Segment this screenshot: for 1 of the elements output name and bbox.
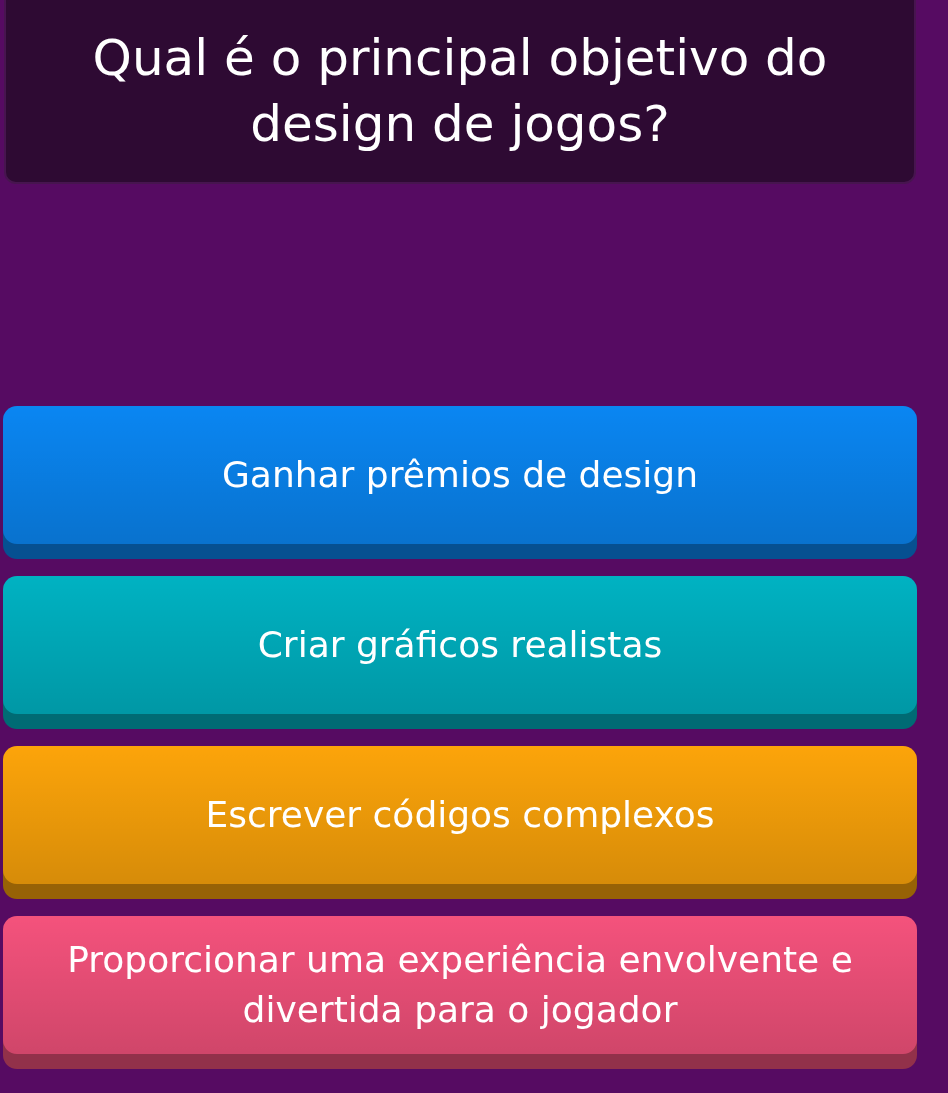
question-text: Qual é o principal objetivo do design de jogos? bbox=[91, 28, 829, 155]
